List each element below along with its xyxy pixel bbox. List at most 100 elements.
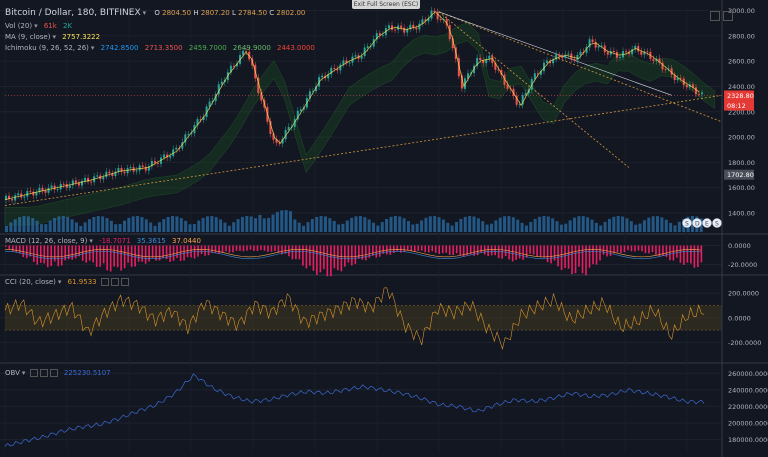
- chart-canvas[interactable]: SDES 3000.002800.002600.002400.002200.00…: [0, 0, 768, 457]
- candle: [685, 85, 688, 88]
- chevron-down-icon[interactable]: ▾: [89, 237, 93, 245]
- symbol-title[interactable]: Bitcoin / Dollar, 180, BITFINEX: [5, 8, 141, 18]
- volume-bar: [389, 216, 393, 232]
- volume-bar: [463, 216, 467, 232]
- volume-label[interactable]: Vol (20): [5, 22, 32, 30]
- fullscreen-icon[interactable]: [723, 11, 733, 21]
- chevron-down-icon[interactable]: ▾: [58, 278, 62, 286]
- volume-bar: [406, 221, 410, 232]
- macd-histogram-bar: [599, 245, 601, 261]
- volume-bar: [485, 224, 489, 232]
- ma-label[interactable]: MA (9, close): [5, 33, 50, 41]
- macd-histogram-bar: [260, 245, 262, 250]
- volume-bar: [144, 219, 148, 232]
- volume-bar: [594, 222, 598, 232]
- macd-histogram-bar: [18, 245, 21, 254]
- macd-histogram-bar: [679, 245, 682, 263]
- chevron-down-icon[interactable]: ▾: [91, 44, 95, 52]
- macd-histogram-bar: [476, 245, 479, 256]
- candle: [625, 51, 628, 53]
- volume-bar: [79, 225, 83, 232]
- candle: [403, 27, 406, 33]
- macd-histogram-bar: [71, 245, 74, 260]
- candle: [17, 193, 20, 196]
- chevron-down-icon[interactable]: ▾: [34, 22, 38, 30]
- volume-bar: [271, 214, 275, 232]
- candle: [387, 25, 390, 29]
- candle: [14, 195, 17, 201]
- volume-bar: [284, 210, 288, 232]
- macd-histogram-bar: [662, 245, 664, 256]
- candle: [11, 199, 14, 201]
- more-icon[interactable]: [120, 278, 129, 286]
- macd-histogram-bar: [441, 245, 444, 254]
- macd-histogram-bar: [239, 245, 241, 251]
- obv-legend: OBV ▾ 225230.5107: [5, 369, 111, 378]
- ichimoku-label[interactable]: Ichimoku (9, 26, 52, 26): [5, 44, 89, 52]
- macd-histogram-bar: [637, 245, 640, 251]
- macd-histogram-bar: [109, 245, 112, 272]
- volume-bar: [572, 217, 576, 232]
- candle: [187, 133, 190, 135]
- volume-bar: [358, 216, 362, 232]
- macd-histogram-bar: [427, 245, 430, 253]
- cci-legend: CCI (20, close) ▾ 61.9533: [5, 278, 129, 287]
- candle: [163, 154, 166, 158]
- settings-icon[interactable]: [100, 278, 109, 286]
- macd-histogram-bar: [326, 245, 329, 277]
- y-tick-label: 1400.00: [728, 210, 755, 218]
- volume-bar: [214, 217, 218, 232]
- macd-histogram-bar: [413, 245, 416, 252]
- macd-histogram-bar: [193, 245, 196, 259]
- macd-histogram-bar: [655, 245, 657, 256]
- volume-bar: [74, 222, 78, 232]
- volume-bar: [297, 222, 301, 232]
- candle: [105, 171, 108, 178]
- volume-bar: [245, 216, 249, 232]
- candle: [591, 39, 594, 43]
- obv-line: [4, 373, 705, 447]
- chevron-down-icon[interactable]: ▾: [143, 9, 147, 17]
- candle: [333, 68, 336, 69]
- macd-histogram-bar: [172, 245, 175, 261]
- candle: [646, 51, 649, 53]
- exit-fullscreen-hint[interactable]: Exit Full Screen (ESC): [352, 0, 420, 9]
- chevron-down-icon[interactable]: ▾: [22, 369, 26, 377]
- y-tick-label: 2400.00: [728, 83, 755, 91]
- cci-label[interactable]: CCI (20, close): [5, 278, 56, 286]
- candle: [62, 183, 65, 185]
- y-tick-label: 180000.0000: [728, 436, 768, 444]
- candle: [129, 167, 132, 169]
- volume-bar: [677, 221, 681, 232]
- macd-histogram-bar: [15, 245, 18, 252]
- volume-bar: [380, 222, 384, 232]
- macd-histogram-bar: [141, 245, 143, 262]
- macd-histogram-bar: [120, 245, 122, 271]
- volume-bar: [337, 224, 341, 232]
- volume-bar: [267, 217, 271, 232]
- macd-histogram-bar: [609, 245, 612, 257]
- screenshot-icon[interactable]: [710, 11, 720, 21]
- volume-bar: [122, 220, 126, 232]
- macd-histogram-bar: [623, 245, 626, 253]
- close-icon[interactable]: [110, 278, 119, 286]
- macd-histogram-bar: [43, 245, 46, 264]
- macd-histogram-bar: [487, 245, 489, 257]
- chevron-down-icon[interactable]: ▾: [52, 33, 56, 41]
- obv-label[interactable]: OBV: [5, 369, 20, 377]
- macd-label[interactable]: MACD (12, 26, close, 9): [5, 237, 87, 245]
- settings-icon[interactable]: [29, 369, 38, 377]
- volume-bar: [44, 224, 48, 232]
- more-icon[interactable]: [49, 369, 58, 377]
- candle: [573, 59, 576, 61]
- volume-bar: [96, 216, 100, 232]
- macd-histogram-bar: [354, 245, 357, 264]
- close-icon[interactable]: [39, 369, 48, 377]
- macd-histogram-bar: [588, 245, 591, 268]
- cci-value: 61.9533: [67, 278, 97, 286]
- candle: [701, 92, 704, 95]
- volume-bar: [511, 217, 515, 232]
- volume-bar: [367, 219, 371, 232]
- macd-histogram-bar: [246, 245, 248, 251]
- event-marker-label: D: [695, 221, 700, 228]
